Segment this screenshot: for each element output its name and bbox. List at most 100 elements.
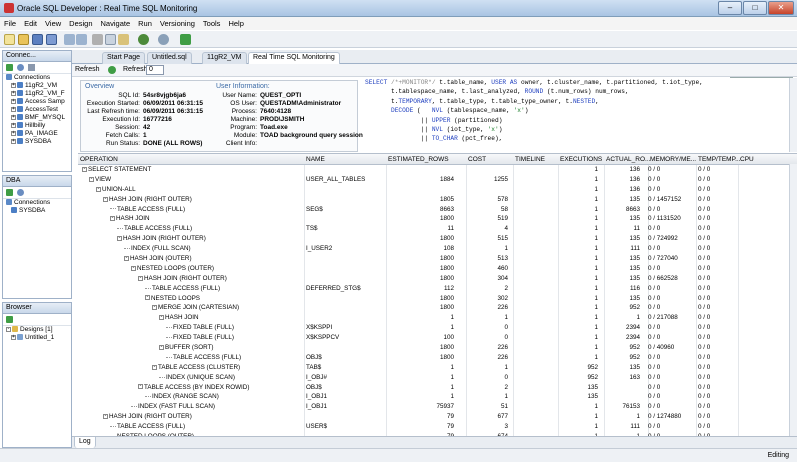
table-row[interactable]: TABLE ACCESS (FULL) SEG$ 8663 58 1 8663 0 / 0 0…: [78, 205, 797, 215]
column-header-actual-ro[interactable]: ACTUAL_RO...: [606, 156, 650, 163]
redo-icon[interactable]: [76, 34, 87, 45]
connection-item[interactable]: + BMF_MYSQL: [3, 114, 71, 122]
paste-icon[interactable]: [118, 34, 129, 45]
collapse-icon[interactable]: -: [124, 255, 129, 261]
collapse-icon[interactable]: -: [152, 364, 157, 370]
column-header-memory-me[interactable]: MEMORY/ME...: [650, 156, 696, 163]
refresh-icon[interactable]: [17, 189, 24, 196]
collapse-icon[interactable]: -: [110, 216, 115, 222]
column-header-cost[interactable]: COST: [468, 156, 486, 163]
table-row[interactable]: TABLE ACCESS (FULL) TS$ 11 4 1 11 0 / 00 / 0: [78, 224, 797, 234]
minimize-button[interactable]: –: [718, 1, 742, 15]
open-icon[interactable]: [18, 34, 29, 45]
sql-scrollbar[interactable]: [789, 78, 797, 152]
connection-item[interactable]: +11gR2_VM_F: [3, 90, 71, 98]
run-icon[interactable]: [180, 34, 191, 45]
cut-icon[interactable]: [92, 34, 103, 45]
collapse-icon[interactable]: -: [138, 275, 143, 281]
collapse-icon[interactable]: -: [159, 344, 164, 350]
collapse-icon[interactable]: -: [117, 236, 122, 242]
table-row[interactable]: INDEX (RANGE SCAN) I_OBJ1 1 1 135 0 / 0 0 / 0: [78, 392, 797, 402]
table-row[interactable]: - SELECT STATEMENT 1 136 0 / 0 0 / 0: [78, 165, 797, 175]
refresh-icon[interactable]: [108, 66, 116, 74]
table-row[interactable]: - HASH JOIN (RIGHT OUTER) 1800 304 1 135 0 / 6…: [78, 274, 797, 284]
refresh-button[interactable]: Refresh: [75, 66, 100, 73]
table-row[interactable]: - TABLE ACCESS (CLUSTER) TAB$ 1 1 952 135 0 / 0…: [78, 363, 797, 373]
table-row[interactable]: FIXED TABLE (FULL) X$KSPPCV 100 0 1 2394 0 / 0…: [78, 333, 797, 343]
column-header-name[interactable]: NAME: [306, 156, 325, 163]
undo-icon[interactable]: [64, 34, 75, 45]
expand-icon[interactable]: +: [11, 106, 16, 112]
forward-icon[interactable]: [158, 34, 169, 45]
table-row[interactable]: INDEX (UNIQUE SCAN) I_OBJ# 1 0 952 163 0 / 0 0 …: [78, 373, 797, 383]
browser-panel-header[interactable]: Browser: [3, 303, 71, 314]
column-header-executions[interactable]: EXECUTIONS: [560, 156, 602, 163]
add-icon[interactable]: [6, 189, 13, 196]
menu-file[interactable]: File: [0, 17, 20, 30]
column-header-operation[interactable]: OPERATION: [80, 156, 118, 163]
connections-panel-tab[interactable]: Connec...: [3, 51, 71, 62]
expand-icon[interactable]: +: [11, 138, 16, 144]
sql-text-area[interactable]: SELECT /*+MONITOR*/ t.table_name, USER A…: [365, 78, 795, 152]
expand-icon[interactable]: +: [11, 122, 16, 128]
add-connection-icon[interactable]: [6, 64, 13, 71]
maximize-button[interactable]: □: [743, 1, 767, 15]
save-icon[interactable]: [32, 34, 43, 45]
table-row[interactable]: - HASH JOIN (OUTER) 1800 513 1 135 0 / 727040 0…: [78, 254, 797, 264]
table-row[interactable]: TABLE ACCESS (FULL) OBJ$ 1800 226 1 952 0 / 0 0…: [78, 353, 797, 363]
column-header-estimated-rows[interactable]: ESTIMATED_ROWS: [388, 156, 449, 163]
grid-scrollbar[interactable]: [789, 164, 797, 436]
table-row[interactable]: - VIEW USER_ALL_TABLES 1884 1255 1 136 0 / 0 0 /…: [78, 175, 797, 185]
connection-item[interactable]: +11gR2_VM: [3, 82, 71, 90]
table-row[interactable]: - HASH JOIN 1800 519 1 135 0 / 1131520 0 / 0: [78, 214, 797, 224]
connection-item[interactable]: + Hillbilly: [3, 122, 71, 130]
browser-item[interactable]: + Untitled_1: [3, 334, 71, 342]
menu-navigate[interactable]: Navigate: [97, 17, 135, 30]
collapse-icon[interactable]: -: [96, 186, 101, 192]
table-row[interactable]: - NESTED LOOPS 1800 302 1 135 0 / 0 0 / 0: [78, 294, 797, 304]
column-header-timeline[interactable]: TIMELINE: [515, 156, 545, 163]
expand-icon[interactable]: -: [6, 326, 11, 332]
menu-help[interactable]: Help: [224, 17, 247, 30]
dba-item[interactable]: SYSDBA: [3, 207, 71, 215]
collapse-icon[interactable]: -: [152, 305, 157, 311]
connection-item[interactable]: + AccessTest: [3, 106, 71, 114]
expand-icon[interactable]: +: [11, 334, 16, 340]
table-row[interactable]: TABLE ACCESS (FULL) DEFERRED_STG$ 112 2 1 116…: [78, 284, 797, 294]
menu-tools[interactable]: Tools: [199, 17, 225, 30]
collapse-icon[interactable]: -: [103, 196, 108, 202]
collapse-icon[interactable]: -: [89, 176, 94, 182]
table-row[interactable]: - MERGE JOIN (CARTESIAN) 1800 226 1 952 0 / 0 0…: [78, 303, 797, 313]
expand-icon[interactable]: +: [11, 98, 16, 104]
menu-versioning[interactable]: Versioning: [156, 17, 199, 30]
table-row[interactable]: - TABLE ACCESS (BY INDEX ROWID) OBJ$ 1 2 135 0…: [78, 383, 797, 393]
collapse-icon[interactable]: -: [131, 265, 136, 271]
table-row[interactable]: INDEX (FAST FULL SCAN) I_OBJ1 75937 51 1 7615…: [78, 402, 797, 412]
collapse-icon[interactable]: -: [138, 384, 143, 390]
column-header-temp-temp[interactable]: TEMP/TEMP...: [698, 156, 741, 163]
refresh-interval-select[interactable]: 0: [146, 65, 164, 75]
close-button[interactable]: ✕: [768, 1, 794, 15]
refresh-icon[interactable]: [17, 64, 24, 71]
table-row[interactable]: INDEX (FULL SCAN) I_USER2 108 1 1 111 0 / 00 /…: [78, 244, 797, 254]
copy-icon[interactable]: [105, 34, 116, 45]
connections-root[interactable]: Connections: [3, 74, 71, 82]
table-row[interactable]: - HASH JOIN (RIGHT OUTER) 1805 578 1 135 0 / 1…: [78, 195, 797, 205]
connection-item[interactable]: + PA_IMAGE: [3, 130, 71, 138]
expand-icon[interactable]: +: [11, 90, 16, 96]
collapse-icon[interactable]: -: [103, 414, 108, 420]
table-row[interactable]: - UNION-ALL 1 136 0 / 0 0 / 0: [78, 185, 797, 195]
expand-icon[interactable]: +: [11, 82, 16, 88]
add-icon[interactable]: [6, 316, 13, 323]
collapse-icon[interactable]: -: [82, 166, 87, 172]
table-row[interactable]: - HASH JOIN (RIGHT OUTER) 1800 515 1 135 0 / 7…: [78, 234, 797, 244]
collapse-icon[interactable]: -: [159, 315, 164, 321]
table-row[interactable]: - HASH JOIN 1 1 1 1 0 / 217088 0 / 0: [78, 313, 797, 323]
menu-run[interactable]: Run: [134, 17, 156, 30]
collapse-icon[interactable]: -: [145, 295, 150, 301]
browser-item[interactable]: - Designs [1]: [3, 326, 71, 334]
back-icon[interactable]: [138, 34, 149, 45]
menu-edit[interactable]: Edit: [20, 17, 41, 30]
tab-log[interactable]: Log: [74, 437, 96, 448]
connection-item[interactable]: + SYSDBA: [3, 138, 71, 146]
